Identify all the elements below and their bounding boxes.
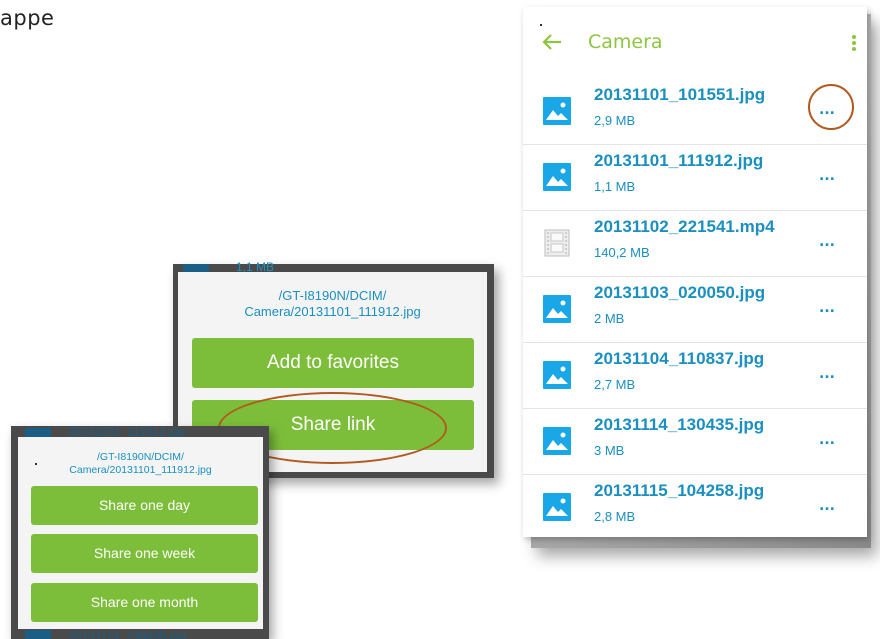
file-name: 20131103_020050.jpg: [594, 283, 766, 302]
more-options-button[interactable]: ...: [819, 367, 835, 381]
file-row[interactable]: 20131115_104258.jpg 2,8 MB...: [523, 474, 867, 540]
image-icon-peek-top: [25, 428, 51, 437]
add-to-favorites-button[interactable]: Add to favorites: [192, 338, 474, 388]
share-dialog: /GT-I8190N/DCIM/ Camera/20131101_111912.…: [18, 437, 263, 629]
highlight-circle: [808, 84, 854, 130]
file-size: 2 MB: [594, 311, 625, 326]
more-options-button[interactable]: ...: [819, 499, 835, 513]
header-fragment: appe: [0, 6, 55, 30]
file-row[interactable]: 20131114_130435.jpg 3 MB...: [523, 408, 867, 474]
background-peek-bottom: 20131114_130435.jpg: [68, 630, 186, 639]
image-icon: [543, 163, 571, 191]
image-icon-peek: [183, 264, 209, 272]
share-one-day-button[interactable]: Share one day: [31, 486, 258, 525]
image-icon: [543, 493, 571, 521]
file-list: 20131101_101551.jpg 2,9 MB... 20131101_111…: [523, 79, 867, 540]
more-options-button[interactable]: ...: [819, 433, 835, 447]
file-size: 2,7 MB: [594, 377, 636, 392]
dialog-file-path: /GT-I8190N/DCIM/ Camera/20131101_111912.…: [244, 288, 421, 319]
film-icon: [544, 229, 570, 257]
file-name: 20131101_111912.jpg: [594, 151, 764, 170]
arrow-left-icon[interactable]: [541, 31, 563, 53]
file-row[interactable]: 20131103_020050.jpg 2 MB...: [523, 276, 867, 342]
share-one-month-button[interactable]: Share one month: [31, 583, 258, 622]
file-row[interactable]: 20131102_221541.mp4 140,2 MB...: [523, 210, 867, 276]
file-size: 2,9 MB: [594, 113, 636, 128]
app-bar: Camera: [523, 7, 867, 79]
file-name: 20131101_101551.jpg: [594, 85, 766, 104]
image-icon: [543, 97, 571, 125]
image-icon: [543, 427, 571, 455]
file-row[interactable]: 20131104_110837.jpg 2,7 MB...: [523, 342, 867, 408]
file-row[interactable]: 20131101_111912.jpg 1,1 MB...: [523, 144, 867, 210]
share-one-week-button[interactable]: Share one week: [31, 534, 258, 573]
background-peek-top: 20131101_111912.jpg: [68, 427, 185, 437]
file-size: 3 MB: [594, 443, 625, 458]
vertical-dots-icon[interactable]: [851, 35, 857, 53]
image-icon: [543, 361, 571, 389]
background-peek-size: 1,1 MB: [236, 262, 275, 272]
app-bar-title: Camera: [588, 31, 663, 53]
dialog-file-path: /GT-I8190N/DCIM/ Camera/20131101_111912.…: [69, 451, 212, 476]
file-name: 20131114_130435.jpg: [594, 415, 765, 434]
more-options-button[interactable]: ...: [819, 169, 835, 183]
file-browser-panel: Camera 20131101_101551.jpg 2,9 MB... 20131…: [523, 7, 867, 537]
more-options-button[interactable]: ...: [819, 301, 835, 315]
image-icon-peek-bottom: [25, 630, 51, 639]
image-icon: [543, 295, 571, 323]
file-size: 140,2 MB: [594, 245, 650, 260]
file-name: 20131115_104258.jpg: [594, 481, 765, 500]
file-name: 20131102_221541.mp4: [594, 217, 775, 236]
more-options-button[interactable]: ...: [819, 235, 835, 249]
file-size: 1,1 MB: [594, 179, 636, 194]
file-size: 2,8 MB: [594, 509, 636, 524]
file-name: 20131104_110837.jpg: [594, 349, 765, 368]
